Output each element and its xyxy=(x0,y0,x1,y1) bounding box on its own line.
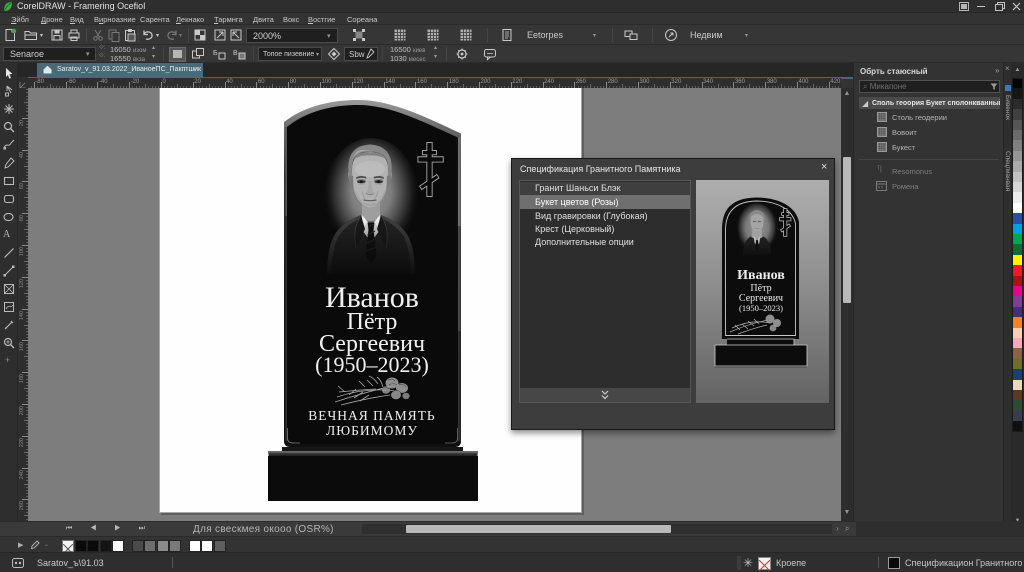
svg-text:ВЕЧНАЯ ПАМЯТЬ: ВЕЧНАЯ ПАМЯТЬ xyxy=(308,408,435,423)
svg-text:,: , xyxy=(13,218,14,223)
svg-text:ЛЮБИМОМУ: ЛЮБИМОМУ xyxy=(326,423,418,438)
svg-text:Б: Б xyxy=(213,50,218,57)
svg-text:Иванов: Иванов xyxy=(737,268,785,283)
svg-text:В: В xyxy=(233,50,238,57)
svg-text:(1950–2023): (1950–2023) xyxy=(315,352,429,377)
svg-text:,: , xyxy=(12,200,13,205)
svg-text:(1950–2023): (1950–2023) xyxy=(739,303,783,313)
